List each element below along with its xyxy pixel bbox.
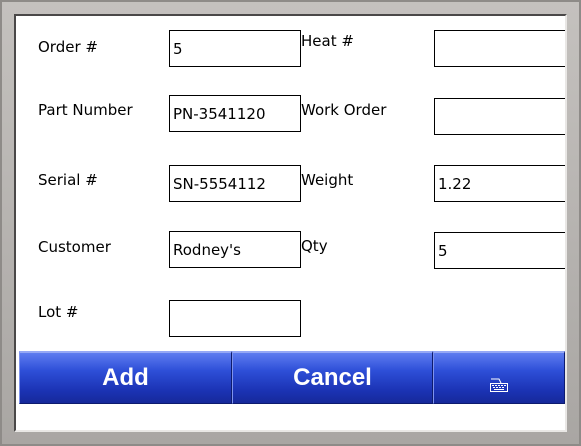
lot-label: Lot # — [38, 303, 79, 321]
button-bar: Add Cancel — [19, 351, 565, 404]
heat-input[interactable] — [434, 30, 565, 67]
weight-input[interactable] — [434, 165, 565, 202]
cancel-button[interactable]: Cancel — [232, 351, 433, 404]
add-button-label: Add — [102, 364, 149, 391]
work-order-label: Work Order — [301, 101, 387, 119]
customer-label: Customer — [38, 238, 111, 256]
qty-input[interactable] — [434, 232, 565, 269]
customer-input[interactable] — [169, 231, 301, 268]
part-number-input[interactable] — [169, 95, 301, 132]
lot-input[interactable] — [169, 300, 301, 337]
work-order-input[interactable] — [434, 98, 565, 135]
serial-input[interactable] — [169, 165, 301, 202]
add-button[interactable]: Add — [19, 351, 232, 404]
qty-label: Qty — [301, 237, 328, 255]
heat-label: Heat # — [301, 32, 354, 50]
part-number-label: Part Number — [38, 101, 133, 119]
cancel-button-label: Cancel — [293, 364, 372, 391]
order-input[interactable] — [169, 30, 301, 67]
serial-label: Serial # — [38, 171, 98, 189]
order-label: Order # — [38, 38, 98, 56]
keyboard-button[interactable] — [433, 351, 565, 404]
keyboard-icon — [490, 371, 508, 392]
weight-label: Weight — [301, 171, 354, 189]
